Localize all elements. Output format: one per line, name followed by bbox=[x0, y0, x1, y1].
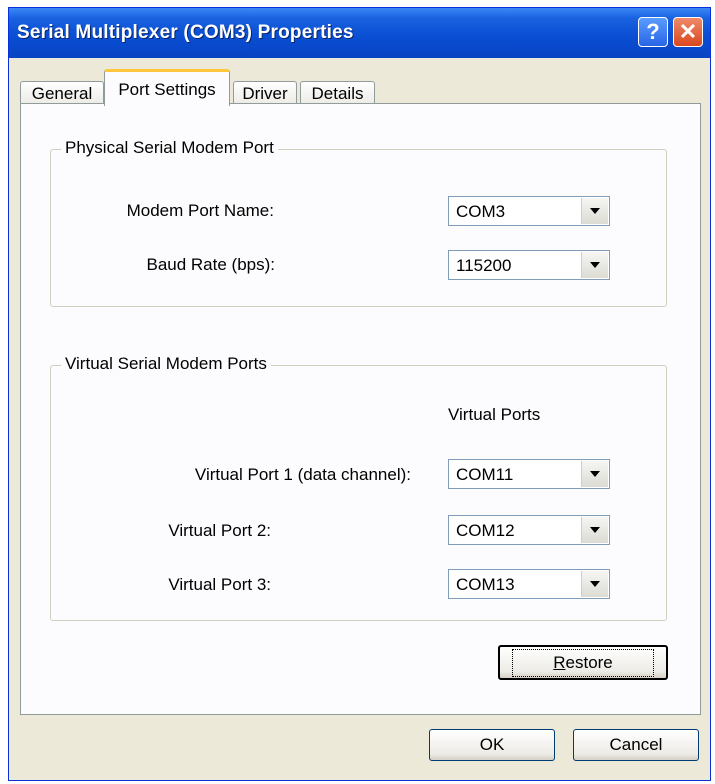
virtual-port-1-select[interactable]: COM11 bbox=[448, 459, 610, 489]
baud-rate-value: 115200 bbox=[456, 256, 512, 275]
cancel-button[interactable]: Cancel bbox=[573, 729, 699, 761]
window-title: Serial Multiplexer (COM3) Properties bbox=[17, 22, 354, 43]
chevron-down-icon[interactable] bbox=[581, 571, 608, 597]
ok-button[interactable]: OK bbox=[429, 729, 555, 761]
tab-port-settings[interactable]: Port Settings bbox=[104, 69, 230, 106]
tab-panel: Physical Serial Modem Port Modem Port Na… bbox=[20, 103, 701, 715]
modem-port-name-value: COM3 bbox=[456, 202, 506, 221]
chevron-down-icon[interactable] bbox=[581, 517, 608, 543]
baud-rate-label: Baud Rate (bps): bbox=[146, 255, 275, 274]
virtual-port-2-value: COM12 bbox=[456, 521, 515, 540]
virtual-ports-legend: Virtual Serial Modem Ports bbox=[61, 354, 271, 374]
virtual-port-3-value: COM13 bbox=[456, 575, 515, 594]
chevron-down-icon[interactable] bbox=[581, 252, 608, 278]
virtual-port-2-select[interactable]: COM12 bbox=[448, 515, 610, 545]
virtual-port-3-select[interactable]: COM13 bbox=[448, 569, 610, 599]
physical-port-legend: Physical Serial Modem Port bbox=[61, 138, 278, 158]
title-bar[interactable]: Serial Multiplexer (COM3) Properties ? ✕ bbox=[9, 8, 710, 58]
chevron-down-icon[interactable] bbox=[581, 198, 608, 224]
tab-driver[interactable]: Driver bbox=[233, 81, 297, 104]
physical-port-group: Physical Serial Modem Port Modem Port Na… bbox=[50, 138, 667, 307]
help-button[interactable]: ? bbox=[638, 17, 668, 47]
baud-rate-select[interactable]: 115200 bbox=[448, 250, 610, 280]
modem-port-name-select[interactable]: COM3 bbox=[448, 196, 610, 226]
tab-details[interactable]: Details bbox=[300, 81, 375, 104]
modem-port-name-label: Modem Port Name: bbox=[126, 201, 274, 220]
ok-label: OK bbox=[479, 735, 505, 754]
chevron-down-icon[interactable] bbox=[581, 461, 608, 487]
virtual-ports-group: Virtual Serial Modem Ports Virtual Ports… bbox=[50, 354, 667, 621]
virtual-port-1-value: COM11 bbox=[456, 465, 514, 484]
virtual-ports-column-header: Virtual Ports bbox=[448, 405, 541, 424]
virtual-port-3-label: Virtual Port 3: bbox=[168, 575, 271, 594]
restore-label: estore bbox=[565, 652, 613, 672]
virtual-port-2-label: Virtual Port 2: bbox=[168, 521, 271, 540]
help-icon: ? bbox=[646, 19, 660, 44]
properties-dialog: Serial Multiplexer (COM3) Properties ? ✕… bbox=[8, 7, 711, 781]
tab-general[interactable]: General bbox=[20, 81, 104, 104]
close-button[interactable]: ✕ bbox=[673, 17, 703, 47]
close-icon: ✕ bbox=[678, 19, 698, 44]
restore-button[interactable]: Restore bbox=[498, 645, 668, 680]
cancel-label: Cancel bbox=[609, 735, 663, 754]
restore-mnemonic: R bbox=[553, 652, 566, 672]
virtual-port-1-label: Virtual Port 1 (data channel): bbox=[194, 465, 411, 484]
